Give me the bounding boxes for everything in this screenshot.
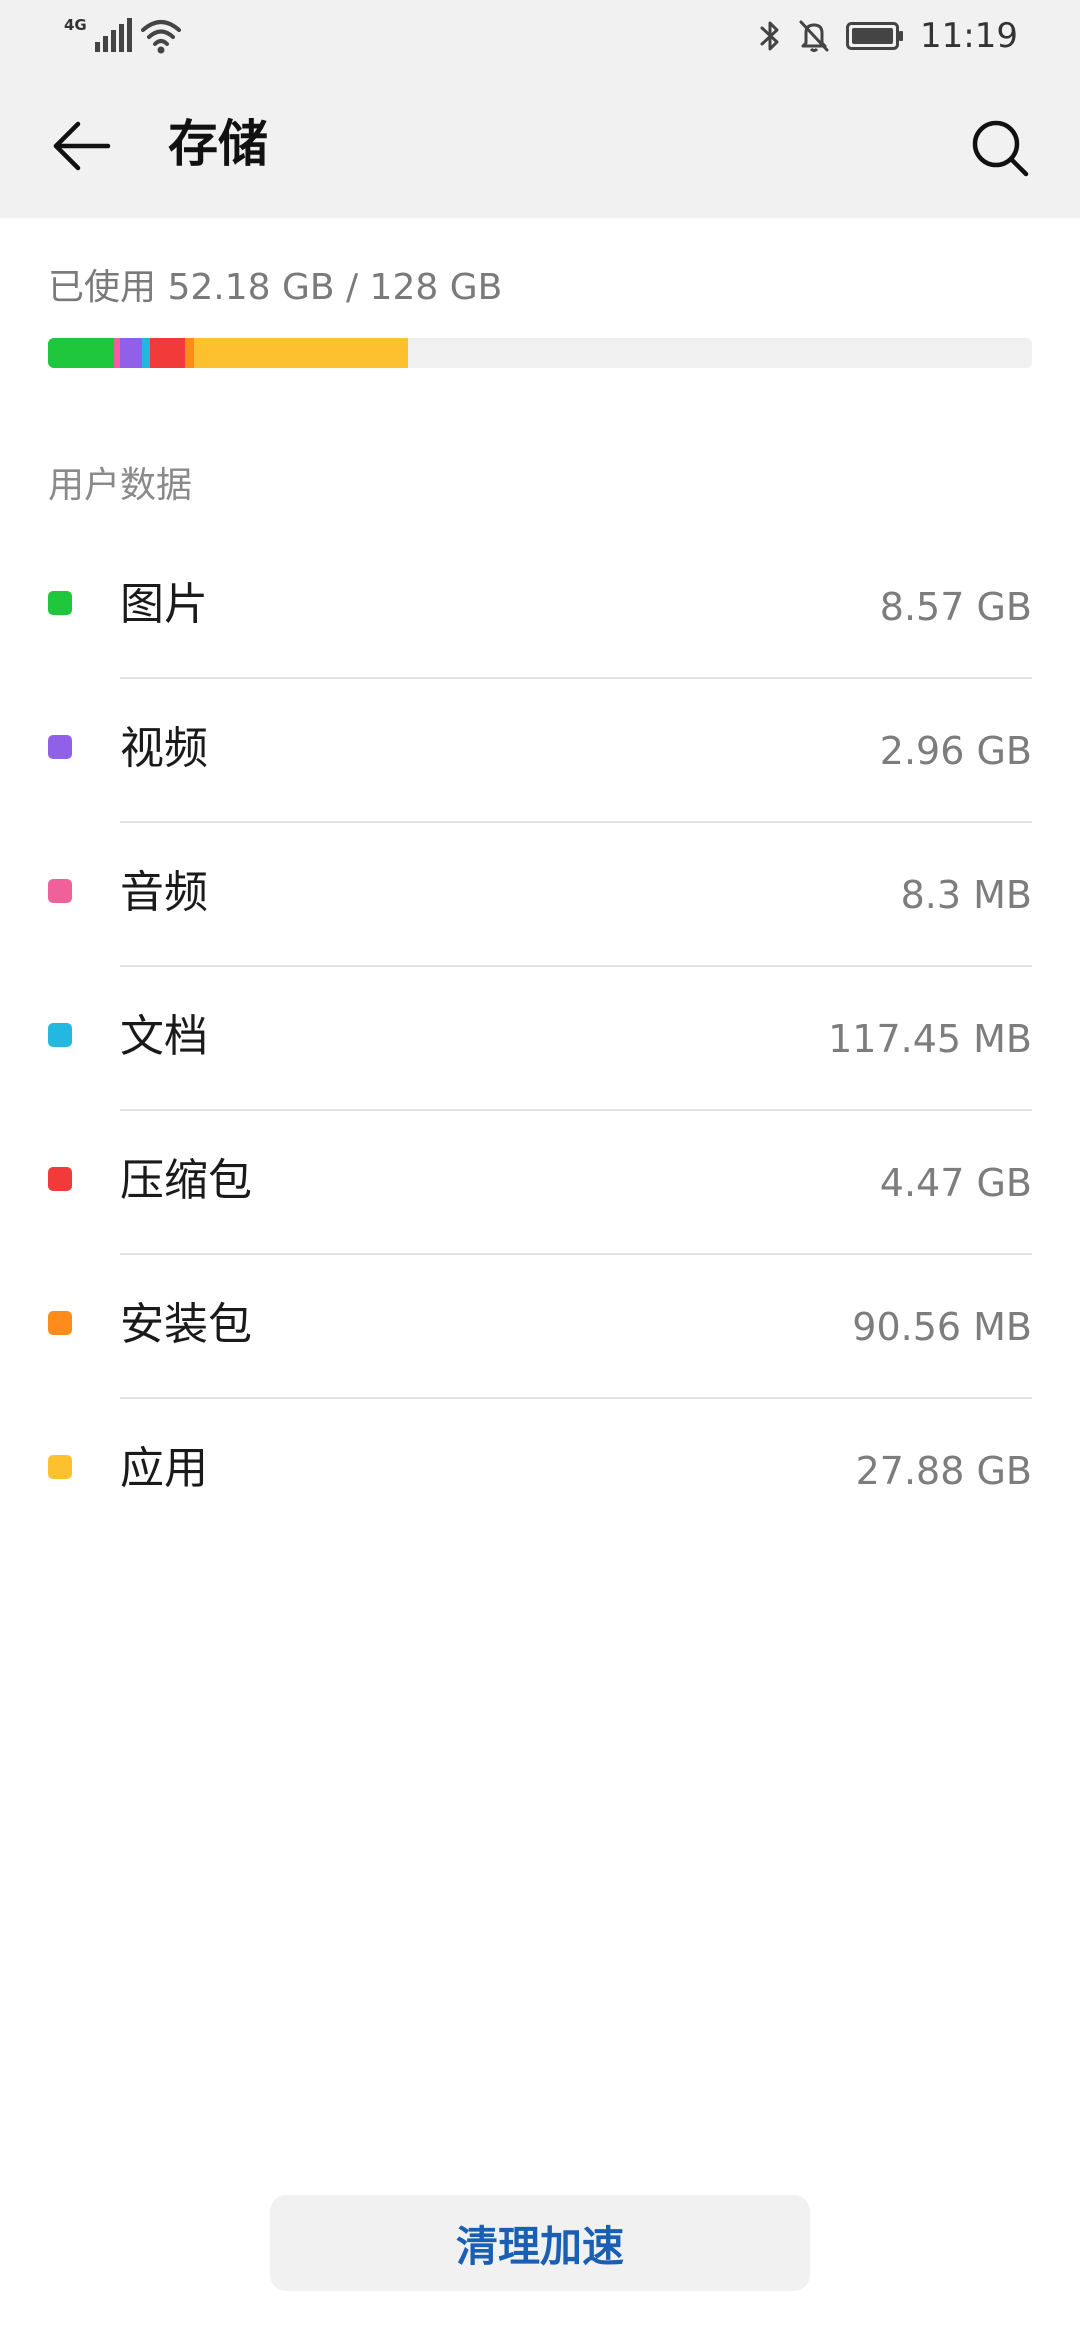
- usage-segment: [150, 338, 185, 368]
- category-size: 4.47 GB: [879, 1161, 1032, 1205]
- page-title: 存储: [168, 115, 268, 173]
- usage-segment: [119, 338, 143, 368]
- category-color-dot: [48, 591, 72, 615]
- clean-accelerate-button[interactable]: 清理加速: [270, 2195, 810, 2291]
- app-bar: 存储: [0, 74, 1080, 218]
- signal-icon: [94, 18, 132, 52]
- wifi-icon: [140, 20, 181, 54]
- category-color-dot: [48, 735, 72, 759]
- storage-usage-text: 已使用 52.18 GB / 128 GB: [48, 267, 503, 308]
- category-label: 图片: [120, 579, 208, 630]
- back-button[interactable]: [46, 116, 118, 176]
- status-bar: 4G 11:19: [0, 0, 1080, 74]
- search-button[interactable]: [964, 112, 1036, 184]
- category-color-dot: [48, 1167, 72, 1191]
- section-label-user-data: 用户数据: [48, 465, 193, 506]
- arrow-left-icon: [53, 121, 111, 171]
- usage-segment: [48, 338, 114, 368]
- category-size: 2.96 GB: [879, 729, 1032, 773]
- clock: 11:19: [920, 16, 1018, 56]
- bell-off-icon: [799, 20, 829, 52]
- storage-category-item[interactable]: 应用 27.88 GB: [0, 1399, 1080, 1543]
- storage-category-list: 图片 8.57 GB 视频 2.96 GB 音频 8.3 MB 文档 117.45 MB 压缩包…: [0, 535, 1080, 1543]
- category-color-dot: [48, 1455, 72, 1479]
- storage-category-item[interactable]: 音频 8.3 MB: [0, 823, 1080, 967]
- category-label: 应用: [120, 1443, 208, 1494]
- usage-segment: [184, 338, 194, 368]
- status-left: 4G: [64, 16, 183, 54]
- category-label: 音频: [120, 867, 208, 918]
- category-size: 8.57 GB: [879, 585, 1032, 629]
- category-size: 117.45 MB: [828, 1017, 1032, 1061]
- category-color-dot: [48, 1023, 72, 1047]
- category-color-dot: [48, 879, 72, 903]
- battery-icon: [846, 22, 904, 50]
- status-right: 11:19: [758, 14, 1018, 58]
- category-label: 压缩包: [120, 1155, 252, 1206]
- storage-category-item[interactable]: 压缩包 4.47 GB: [0, 1111, 1080, 1255]
- network-type: 4G: [64, 16, 87, 34]
- search-icon: [972, 120, 1029, 177]
- storage-category-item[interactable]: 安装包 90.56 MB: [0, 1255, 1080, 1399]
- category-label: 安装包: [120, 1299, 252, 1350]
- category-size: 90.56 MB: [852, 1305, 1032, 1349]
- category-size: 27.88 GB: [855, 1449, 1032, 1493]
- top-area: 4G 11:19 存储: [0, 0, 1080, 218]
- storage-usage-bar: [48, 338, 1032, 368]
- usage-segment: [193, 338, 409, 368]
- category-label: 文档: [120, 1011, 208, 1062]
- storage-category-item[interactable]: 文档 117.45 MB: [0, 967, 1080, 1111]
- storage-category-item[interactable]: 图片 8.57 GB: [0, 535, 1080, 679]
- bluetooth-icon: [760, 21, 779, 51]
- usage-segment: [142, 338, 151, 368]
- category-size: 8.3 MB: [900, 873, 1032, 917]
- storage-category-item[interactable]: 视频 2.96 GB: [0, 679, 1080, 823]
- category-color-dot: [48, 1311, 72, 1335]
- category-label: 视频: [120, 723, 208, 774]
